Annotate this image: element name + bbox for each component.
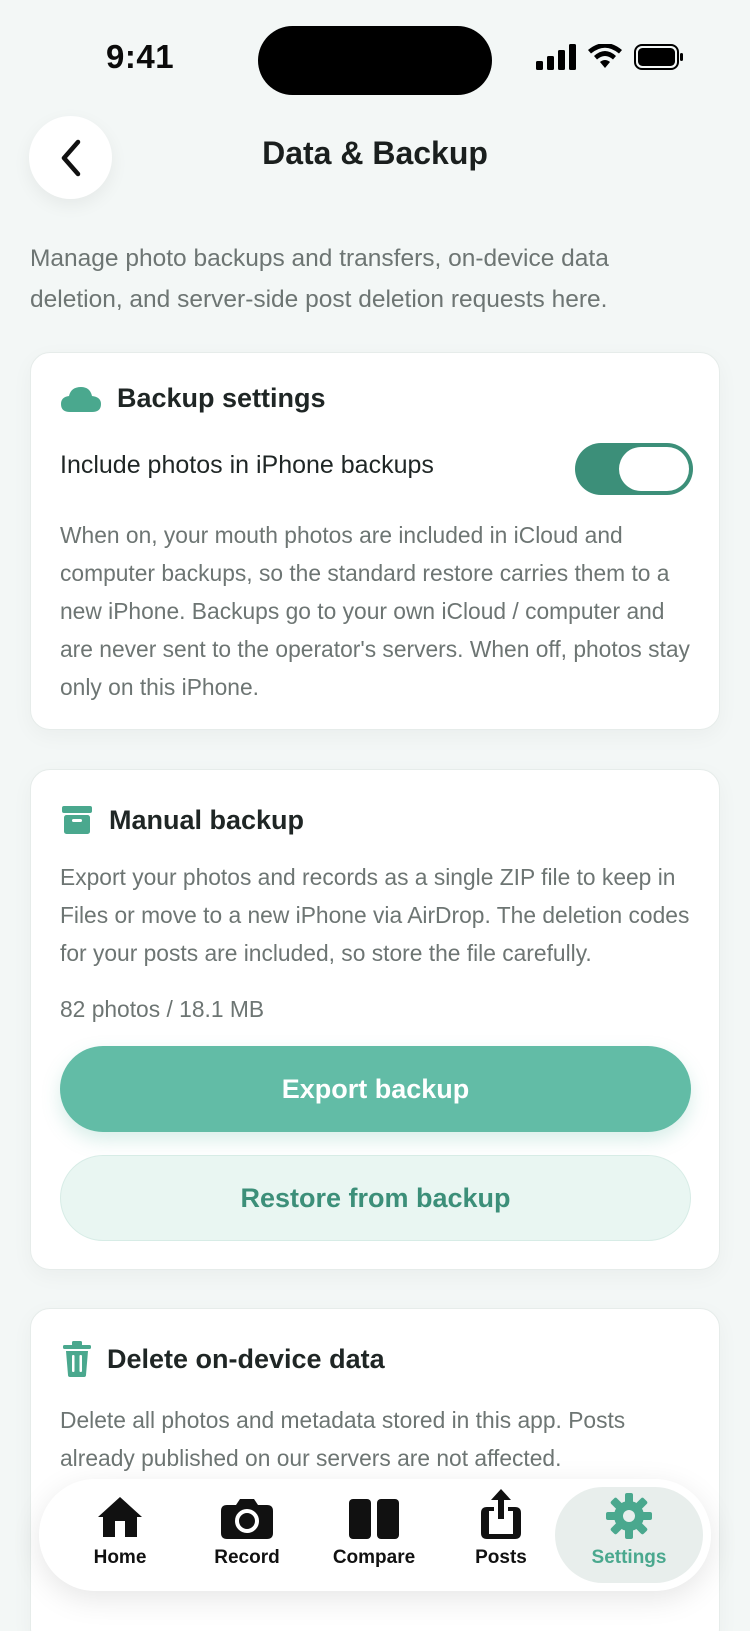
backup-settings-description: When on, your mouth photos are included … — [60, 522, 690, 700]
tab-posts[interactable]: Posts — [441, 1487, 561, 1583]
delete-data-title: Delete on-device data — [107, 1343, 385, 1374]
intro-text: Manage photo backups and transfers, on-d… — [30, 245, 609, 313]
backup-settings-card: Backup settings Include photos in iPhone… — [30, 352, 720, 730]
backup-settings-title: Backup settings — [117, 383, 326, 413]
tab-label: Compare — [332, 1547, 416, 1568]
cloud-icon — [61, 386, 101, 412]
page-title: Data & Backup — [262, 135, 488, 171]
delete-data-header: Delete on-device data — [63, 1341, 385, 1377]
toggle-knob — [619, 447, 689, 491]
backup-settings-header: Backup settings — [61, 383, 326, 414]
camera-icon — [221, 1499, 273, 1539]
tab-settings[interactable]: Settings — [555, 1487, 703, 1583]
split-view-icon — [349, 1499, 399, 1539]
tab-home[interactable]: Home — [60, 1487, 180, 1583]
share-icon — [481, 1489, 521, 1539]
trash-icon — [63, 1341, 91, 1377]
tab-bar: Home Record Compare Posts Settings — [39, 1479, 711, 1591]
delete-data-description: Delete all photos and metadata stored in… — [60, 1407, 626, 1471]
tab-label: Posts — [475, 1547, 527, 1568]
wifi-icon — [588, 44, 622, 68]
archive-box-icon — [62, 806, 92, 834]
tab-record[interactable]: Record — [187, 1487, 307, 1583]
gear-icon — [606, 1493, 652, 1539]
tab-label: Home — [93, 1547, 147, 1568]
manual-backup-card: Manual backup Export your photos and rec… — [30, 769, 720, 1270]
manual-backup-header: Manual backup — [61, 804, 304, 836]
manual-backup-description: Export your photos and records as a sing… — [60, 864, 690, 966]
house-icon — [98, 1497, 142, 1537]
dynamic-island — [258, 26, 492, 95]
status-icons — [536, 44, 684, 70]
tab-label: Settings — [591, 1547, 667, 1568]
cellular-signal-icon — [536, 44, 576, 70]
include-photos-label: Include photos in iPhone backups — [60, 451, 434, 479]
tab-label: Record — [214, 1547, 280, 1568]
restore-backup-button[interactable]: Restore from backup — [60, 1155, 691, 1241]
export-backup-button[interactable]: Export backup — [60, 1046, 691, 1132]
include-photos-toggle[interactable] — [575, 443, 693, 495]
battery-icon — [634, 44, 683, 70]
tab-compare[interactable]: Compare — [314, 1487, 434, 1583]
status-time: 9:41 — [106, 38, 175, 75]
backup-stats: 82 photos / 18.1 MB — [60, 996, 265, 1022]
screen: 9:41 Data & Backup Manage photo backups … — [0, 0, 750, 1631]
manual-backup-title: Manual backup — [109, 804, 305, 835]
